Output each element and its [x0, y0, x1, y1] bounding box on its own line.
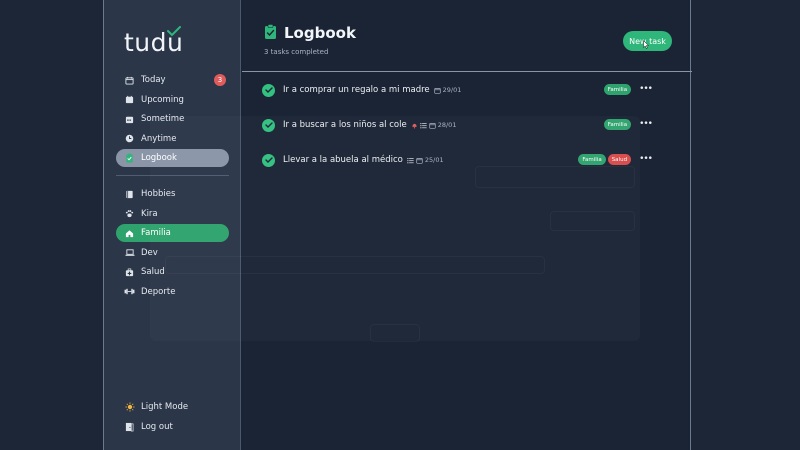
light-mode-toggle[interactable]: Light Mode	[116, 398, 229, 416]
logo-check-icon	[167, 26, 181, 36]
page-header: Logbook 3 tasks completed New task	[242, 0, 692, 72]
sidebar-item-label: Upcoming	[141, 94, 184, 105]
ghost-button	[370, 324, 420, 342]
task-due-date: 29/01	[433, 86, 462, 94]
tasks-completed-count: 3 tasks completed	[264, 48, 329, 56]
clock-icon	[124, 133, 135, 144]
tag-familia: Familia	[603, 84, 632, 95]
book-icon	[124, 189, 135, 200]
more-options-icon[interactable]: •••	[639, 120, 653, 129]
calendar-fill-icon	[124, 94, 135, 105]
task-row[interactable]: Ir a comprar un regalo a mi madre 29/01 …	[262, 81, 672, 99]
page-title: Logbook	[284, 24, 356, 42]
calendar-icon	[433, 87, 441, 94]
sidebar-item-label: Today	[141, 75, 166, 85]
clipboard-check-icon	[264, 24, 277, 44]
calendar-icon	[124, 75, 135, 86]
sidebar-item-upcoming[interactable]: Upcoming	[116, 91, 229, 109]
more-options-icon[interactable]: •••	[639, 85, 653, 94]
clipboard-check-icon	[124, 153, 135, 164]
task-tags: Familia •••	[602, 84, 653, 95]
backdrop-left	[0, 0, 103, 450]
mouse-cursor-icon	[643, 40, 649, 49]
laptop-icon	[124, 247, 135, 258]
dumbbell-icon	[124, 286, 135, 297]
sidebar-nav-bottom: Light Mode Log out	[116, 398, 229, 437]
home-icon	[124, 228, 135, 239]
sidebar-item-today[interactable]: Today 3	[116, 71, 229, 89]
calendar-grid-icon	[124, 114, 135, 125]
paw-icon	[124, 208, 135, 219]
ghost-field	[550, 211, 635, 231]
ghost-field	[165, 256, 545, 274]
logout-button[interactable]: Log out	[116, 418, 229, 436]
backdrop-right	[690, 0, 800, 450]
task-date-text: 29/01	[442, 86, 462, 94]
today-count-badge: 3	[214, 74, 226, 86]
task-title: Ir a comprar un regalo a mi madre	[283, 85, 430, 95]
sidebar-item-label: Light Mode	[141, 402, 189, 412]
ghost-field	[475, 166, 635, 188]
door-icon	[124, 421, 135, 432]
task-complete-checkbox[interactable]	[262, 83, 275, 97]
sidebar-item-label: Log out	[141, 421, 173, 432]
sun-icon	[124, 402, 135, 413]
more-options-icon[interactable]: •••	[639, 155, 653, 164]
medkit-icon	[124, 267, 135, 278]
fading-modal-overlay	[150, 116, 640, 342]
